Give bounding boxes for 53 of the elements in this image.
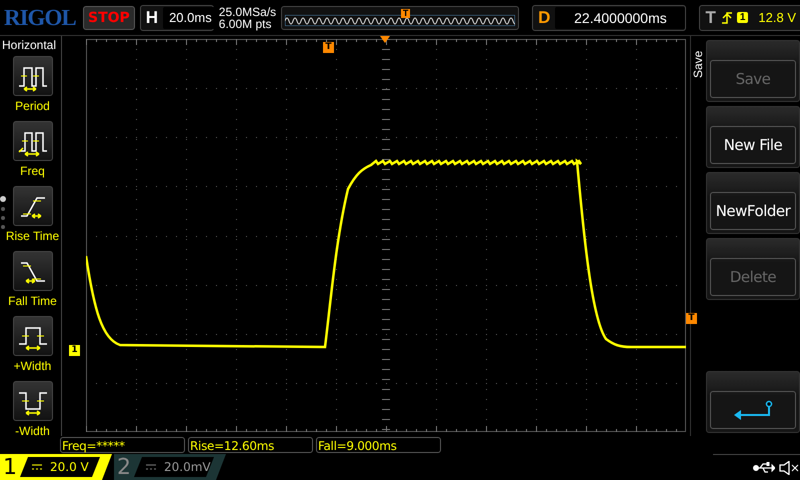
trigger-source: 1 [736,12,748,23]
page-dot[interactable] [1,225,5,229]
measurement-readout: Freq=***** [60,437,185,453]
measure-label: +Width [14,359,52,373]
trigger-level: 12.8 V [758,10,796,25]
sample-rate: 25.0MSa/s [218,6,276,18]
page-dot[interactable] [1,216,5,220]
rising-edge-icon [720,10,733,24]
channel-indicator[interactable]: 1 20.0 V [0,454,112,480]
measure-label: Period [15,99,50,113]
measure-button[interactable] [12,56,52,96]
run-stop-button[interactable]: STOP [83,6,135,30]
menu-title: Save [691,49,706,80]
page-dot[interactable] [0,196,6,202]
trigger-label: T [704,8,717,28]
usb-icon [753,462,776,474]
measure-button[interactable] [12,251,52,291]
measure-label: Freq [20,164,45,178]
measure-button[interactable] [12,381,52,421]
horizontal-label: H [144,8,160,28]
dc-coupling-icon [32,464,42,470]
channel-number: 2 [116,454,132,480]
delay-value: 22.4000000ms [555,6,686,28]
measurement-readout: Fall=9.000ms [316,437,441,453]
menu-button[interactable]: NewFolder [706,172,800,234]
channel-marker[interactable]: 1 [69,345,80,356]
channel-scale: 20.0mV [164,460,211,474]
speaker-muted-icon [779,460,800,474]
measure-button[interactable] [12,121,52,161]
channel-indicator[interactable]: 2 20.0mV [114,454,226,480]
measure-button[interactable] [12,316,52,356]
center-marker-icon [380,36,390,43]
waveform-overview-icon [285,14,516,26]
delay-label: D [537,8,552,28]
brand-logo: RIGOL [4,4,77,30]
menu-title: Horizontal [1,37,58,54]
trigger-display[interactable]: T 1 12.8 V [699,4,800,30]
measure-label: Fall Time [8,294,57,308]
channel-number: 1 [2,454,18,480]
measurement-readout: Rise=12.60ms [188,437,313,453]
delay-display[interactable]: D 22.4000000ms [532,4,686,30]
page-dot[interactable] [1,207,5,211]
measure-button[interactable] [12,186,52,226]
menu-button[interactable]: New File [706,106,800,168]
trigger-level-marker[interactable]: T [686,313,697,324]
dc-coupling-icon [146,464,156,470]
memory-depth: 6.00M pts [218,18,272,30]
measure-label: -Width [15,424,50,438]
measure-label: Rise Time [6,229,60,243]
back-button[interactable] [706,371,800,433]
position-marker: T [401,8,410,18]
trigger-time-marker[interactable]: T [323,42,334,53]
channel-scale: 20.0 V [50,460,89,474]
